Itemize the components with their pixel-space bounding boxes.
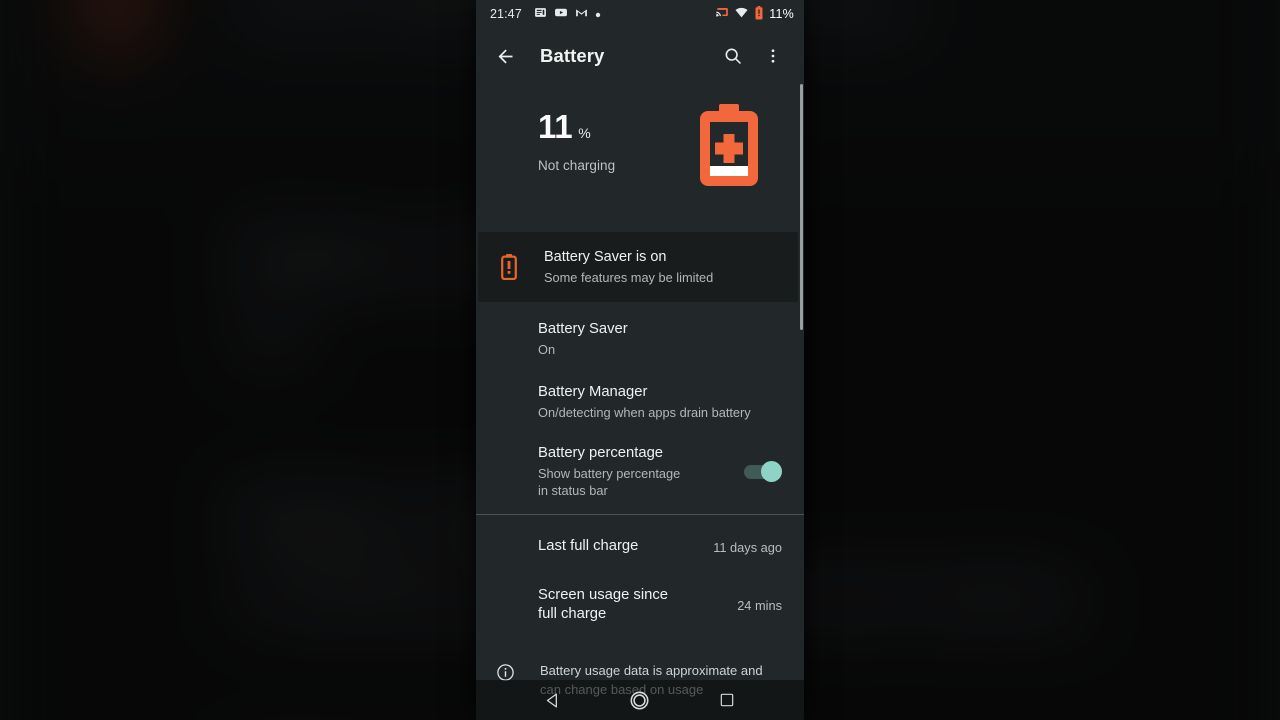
list-item-title: Screen usage since full charge bbox=[538, 586, 668, 622]
status-bar-battery-percent: 11% bbox=[769, 7, 794, 21]
nav-recents-icon[interactable] bbox=[710, 683, 744, 717]
app-bar: Battery bbox=[476, 28, 804, 84]
list-item-last-full-charge[interactable]: Last full charge 11 days ago bbox=[476, 515, 804, 573]
list-item-value: 11 days ago bbox=[713, 539, 782, 555]
battery-alert-icon bbox=[496, 254, 522, 280]
battery-percent-display: 11 % bbox=[538, 110, 804, 143]
status-bar-clock: 21:47 bbox=[490, 7, 522, 21]
banner-title: Battery Saver is on bbox=[544, 249, 667, 266]
nav-back-icon[interactable] bbox=[536, 683, 570, 717]
battery-percent-value: 11 bbox=[538, 108, 573, 145]
more-vertical-icon[interactable] bbox=[760, 43, 786, 69]
youtube-icon bbox=[554, 6, 568, 22]
status-bar-notification-icons bbox=[534, 6, 601, 22]
list-item-text: Battery Manager On/detecting when apps d… bbox=[538, 383, 782, 422]
dot-icon bbox=[595, 7, 601, 21]
info-icon bbox=[492, 662, 518, 682]
app-bar-actions bbox=[720, 43, 792, 69]
cast-icon bbox=[715, 6, 729, 22]
status-bar: 21:47 11% bbox=[476, 0, 804, 28]
list-item-title: Battery Saver bbox=[538, 320, 628, 337]
list-item-battery-saver[interactable]: Battery Saver On bbox=[476, 302, 804, 369]
settings-scroll-area[interactable]: 11 % Not charging Battery Saver is on So… bbox=[476, 84, 804, 720]
list-item-title: Last full charge bbox=[538, 538, 639, 555]
search-icon[interactable] bbox=[720, 43, 746, 69]
list-item-title: Battery Manager bbox=[538, 383, 648, 400]
toggle-thumb bbox=[761, 461, 782, 482]
battery-saver-banner-text: Battery Saver is on Some features may be… bbox=[544, 248, 713, 285]
scrollbar-thumb[interactable] bbox=[800, 84, 803, 330]
banner-subtitle: Some features may be limited bbox=[544, 269, 714, 285]
list-item-subtitle: On/detecting when apps drain battery bbox=[538, 405, 751, 421]
list-item-title: Battery percentage bbox=[538, 444, 664, 461]
back-arrow-icon[interactable] bbox=[492, 43, 518, 69]
list-item-text: Battery percentage Show battery percenta… bbox=[538, 444, 734, 500]
battery-plus-icon bbox=[698, 104, 760, 191]
list-item-subtitle: On bbox=[538, 342, 556, 358]
gmail-icon bbox=[575, 6, 588, 22]
news-icon bbox=[534, 6, 547, 22]
phone-screen: 21:47 11% Battery 11 % Not charging Batt… bbox=[476, 0, 804, 720]
list-item-text: Last full charge bbox=[538, 537, 701, 556]
list-item-text: Screen usage since full charge bbox=[538, 586, 725, 624]
list-item-battery-manager[interactable]: Battery Manager On/detecting when apps d… bbox=[476, 369, 804, 436]
wifi-icon bbox=[734, 6, 749, 22]
list-item-screen-usage[interactable]: Screen usage since full charge 24 mins bbox=[476, 573, 804, 637]
list-item-battery-percentage[interactable]: Battery percentage Show battery percenta… bbox=[476, 436, 804, 508]
battery-percentage-toggle[interactable] bbox=[744, 461, 782, 483]
battery-icon bbox=[754, 5, 764, 23]
scrollbar[interactable] bbox=[800, 84, 804, 720]
page-title: Battery bbox=[540, 45, 605, 66]
status-bar-system-icons: 11% bbox=[715, 5, 794, 23]
percent-sign: % bbox=[578, 125, 591, 141]
battery-level-header: 11 % Not charging bbox=[476, 84, 804, 232]
nav-home-icon[interactable] bbox=[623, 683, 657, 717]
navigation-bar bbox=[476, 680, 804, 720]
battery-saver-banner[interactable]: Battery Saver is on Some features may be… bbox=[478, 232, 798, 302]
charging-status-text: Not charging bbox=[538, 158, 616, 173]
list-item-text: Battery Saver On bbox=[538, 320, 782, 359]
list-item-value: 24 mins bbox=[737, 597, 782, 613]
list-item-subtitle: Show battery percentage in status bar bbox=[538, 466, 681, 499]
